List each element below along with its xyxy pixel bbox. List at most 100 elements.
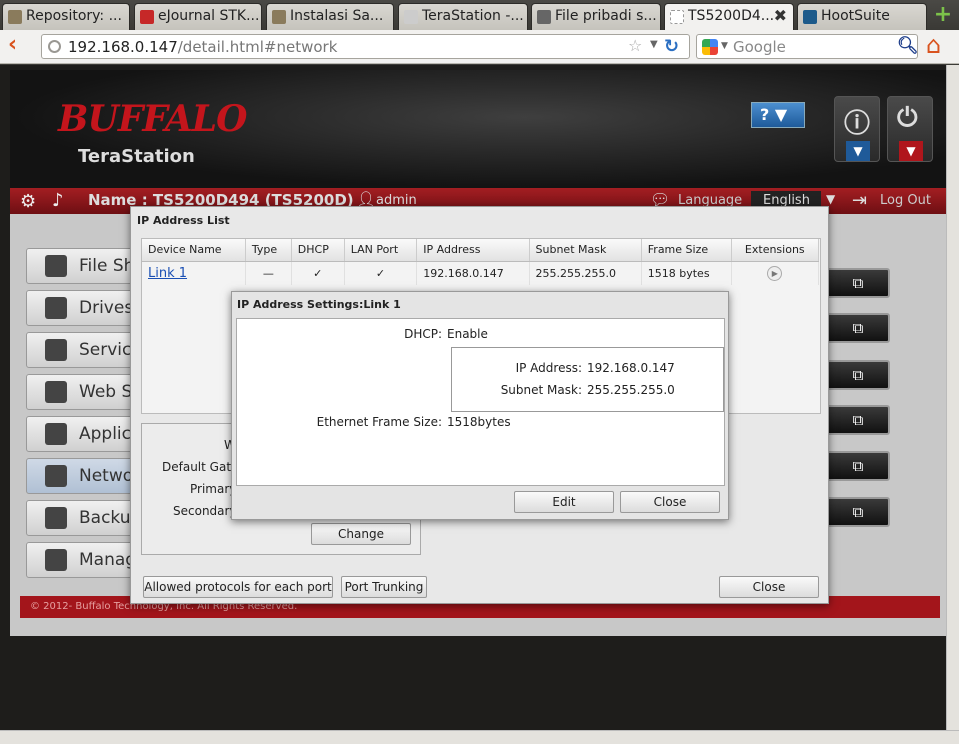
dhcp-label: DHCP: [404, 327, 442, 341]
page-favicon-icon [8, 10, 22, 24]
chevron-down-icon[interactable]: ▼ [846, 141, 870, 161]
chevron-down-icon[interactable]: ▼ [826, 192, 835, 206]
bookmark-star-icon[interactable]: ☆ [628, 36, 642, 55]
open-settings-button[interactable]: ⧉ [826, 313, 890, 343]
sidebar-item-network[interactable]: Netwo [26, 458, 136, 494]
table-row[interactable]: Link 1 — ✓ ✓ 192.168.0.147 255.255.255.0… [142, 261, 820, 285]
globe-icon [48, 40, 61, 53]
column-header: LAN Port [344, 239, 418, 262]
backup-icon [45, 507, 67, 529]
tab-label: Repository: ... [26, 8, 122, 24]
logout-icon[interactable]: ⇥ [852, 190, 867, 211]
tab-label: HootSuite [821, 8, 890, 24]
page-favicon-icon [803, 10, 817, 24]
sidebar-item-label: Web S [79, 382, 133, 402]
browser-tab[interactable]: HootSuite [797, 3, 927, 30]
page-favicon-icon [537, 10, 551, 24]
search-icon[interactable]: 🔍︎ [897, 36, 919, 56]
browser-tab-bar: Repository: ... eJournal STK... Instalas… [0, 0, 959, 31]
subnet-cell: 255.255.255.0 [529, 261, 642, 285]
power-icon: ⏻ [897, 103, 918, 133]
info-button[interactable]: ⓘ ▼ [834, 96, 880, 162]
url-text[interactable]: 192.168.0.147/detail.html#network [68, 38, 337, 56]
lan-port-check-icon: ✓ [344, 261, 418, 285]
chevron-down-icon[interactable]: ▼ [721, 41, 728, 51]
reload-icon[interactable]: ↻ [664, 36, 682, 57]
browser-tab[interactable]: Repository: ... [2, 3, 130, 30]
sidebar-item-label: Backu [79, 508, 131, 528]
sidebar-item-label: Manag [79, 550, 136, 570]
close-button[interactable]: Close [620, 491, 720, 513]
dhcp-value: Enable [447, 327, 488, 341]
dialog-title: IP Address Settings:Link 1 [237, 298, 401, 311]
new-tab-icon[interactable]: + [932, 4, 954, 27]
open-settings-button[interactable]: ⧉ [826, 360, 890, 390]
allowed-protocols-button[interactable]: Allowed protocols for each port [143, 576, 333, 598]
open-settings-button[interactable]: ⧉ [826, 268, 890, 298]
sidebar-item-drives[interactable]: Drives [26, 290, 136, 326]
tab-label: TS5200D4... [688, 8, 775, 24]
column-header: Frame Size [641, 239, 732, 262]
page-favicon-icon [140, 10, 154, 24]
ip-address-settings-dialog: IP Address Settings:Link 1 DHCP: Enable … [231, 291, 729, 520]
external-link-icon: ⧉ [852, 503, 864, 521]
browser-nav-bar: ‹ 192.168.0.147/detail.html#network ☆ ▼ … [0, 30, 959, 64]
sidebar-item-applications[interactable]: Applic [26, 416, 136, 452]
secondary-dns-label: Secondary [173, 504, 237, 518]
device-link[interactable]: Link 1 [148, 266, 187, 281]
power-button[interactable]: ⏻ ▼ [887, 96, 933, 162]
close-tab-icon[interactable]: ✖ [774, 6, 787, 25]
sidebar-item-services[interactable]: Servic [26, 332, 136, 368]
drive-icon [45, 297, 67, 319]
url-bar[interactable]: 192.168.0.147/detail.html#network ☆ ▼ ↻ [41, 34, 690, 59]
ip-address-label: IP Address: [515, 361, 582, 375]
sidebar-item-label: Netwo [79, 466, 134, 486]
home-icon[interactable]: ⌂ [926, 33, 954, 59]
browser-tab[interactable]: eJournal STK... [134, 3, 262, 30]
browser-tab[interactable]: TeraStation -... [398, 3, 528, 30]
open-settings-button[interactable]: ⧉ [826, 405, 890, 435]
terastation-label: TeraStation [78, 146, 195, 167]
search-box[interactable]: ▼ Google 🔍︎ [696, 34, 919, 59]
change-button[interactable]: Change [311, 523, 411, 545]
tab-label: TeraStation -... [422, 8, 524, 24]
external-link-icon: ⧉ [852, 457, 864, 475]
horizontal-scrollbar[interactable] [0, 730, 959, 744]
gear-icon[interactable]: ⚙ [20, 191, 36, 212]
external-link-icon: ⧉ [852, 366, 864, 384]
sidebar-item-file-sharing[interactable]: File Sh [26, 248, 136, 284]
column-header: Device Name [142, 239, 246, 262]
dialog-title: IP Address List [137, 214, 230, 227]
port-trunking-button[interactable]: Port Trunking [341, 576, 427, 598]
open-settings-button[interactable]: ⧉ [826, 497, 890, 527]
sidebar-item-label: Servic [79, 340, 132, 360]
browser-tab[interactable]: File pribadi s... [531, 3, 661, 30]
back-icon[interactable]: ‹ [8, 34, 28, 56]
help-button[interactable]: ? ▼ [751, 102, 805, 128]
play-icon[interactable]: ▶ [767, 265, 783, 281]
google-icon[interactable] [702, 39, 718, 55]
services-icon [45, 339, 67, 361]
ip-details-box: IP Address: 192.168.0.147 Subnet Mask: 2… [451, 347, 724, 412]
music-note-icon[interactable]: ♪ [52, 190, 64, 211]
chevron-down-icon[interactable]: ▼ [899, 141, 923, 161]
close-button[interactable]: Close [719, 576, 819, 598]
search-input[interactable]: Google [733, 38, 786, 56]
vertical-scrollbar[interactable] [946, 65, 959, 730]
edit-button[interactable]: Edit [514, 491, 614, 513]
subnet-mask-value: 255.255.255.0 [587, 383, 675, 397]
primary-dns-label: Primary [190, 482, 237, 496]
sidebar-item-backup[interactable]: Backu [26, 500, 136, 536]
app-header: BUFFALO TeraStation ? ▼ ⓘ ▼ ⏻ ▼ [10, 70, 946, 188]
browser-tab-active[interactable]: TS5200D4... ✖ [664, 3, 794, 31]
info-icon: ⓘ [844, 109, 871, 139]
frame-size-label: Ethernet Frame Size: [316, 415, 442, 429]
open-settings-button[interactable]: ⧉ [826, 451, 890, 481]
logout-link[interactable]: Log Out [880, 193, 931, 208]
subnet-mask-label: Subnet Mask: [500, 383, 582, 397]
browser-tab[interactable]: Instalasi Sa... [266, 3, 394, 30]
sidebar-item-management[interactable]: Manag [26, 542, 136, 578]
column-header: DHCP [291, 239, 345, 262]
sidebar-item-web-services[interactable]: Web S [26, 374, 136, 410]
chevron-down-icon[interactable]: ▼ [650, 39, 658, 50]
